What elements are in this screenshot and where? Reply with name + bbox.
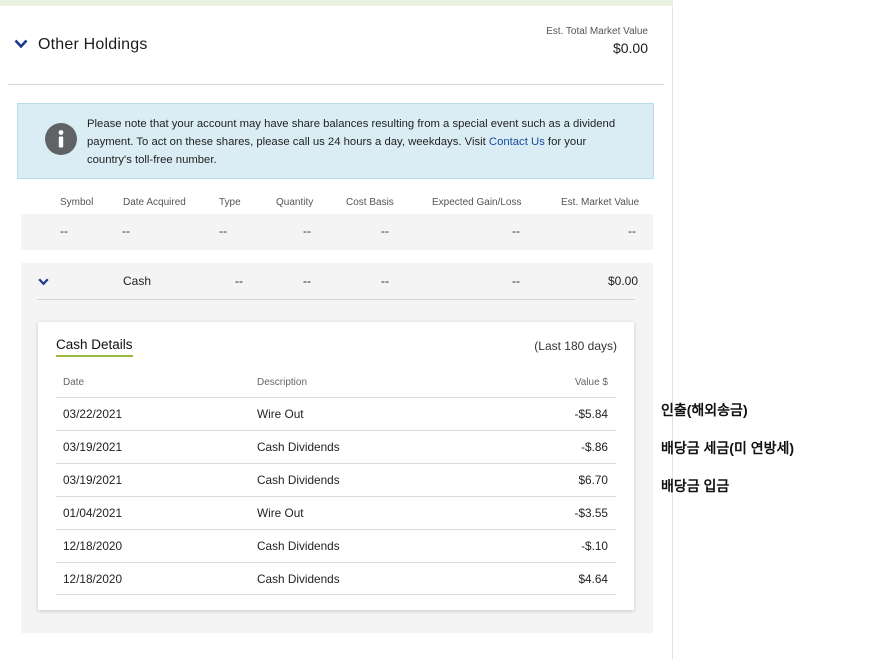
cell-cost-basis: --: [381, 224, 389, 238]
cell-type: --: [219, 224, 227, 238]
cash-holding: Cash -- -- -- -- $0.00 Cash Details (Las…: [21, 263, 653, 633]
table-row: 12/18/2020 Cash Dividends $4.64: [56, 562, 616, 595]
cash-type: --: [235, 274, 243, 288]
cash-details-table: 03/22/2021 Wire Out -$5.84 03/19/2021 Ca…: [56, 397, 616, 595]
info-notice: Please note that your account may have s…: [17, 103, 654, 179]
table-row: 01/04/2021 Wire Out -$3.55: [56, 496, 616, 529]
table-row: 03/19/2021 Cash Dividends -$.86: [56, 430, 616, 463]
col-expected-gain-loss[interactable]: Expected Gain/Loss: [432, 197, 522, 208]
annotation-dividend-deposit: 배당금 입금: [661, 478, 730, 494]
section-title: Other Holdings: [38, 36, 148, 53]
row-date: 03/19/2021: [63, 440, 123, 454]
divider: [37, 299, 635, 300]
holding-row-empty: -- -- -- -- -- -- --: [21, 214, 653, 250]
header-date: Date: [63, 377, 85, 388]
row-value: $6.70: [578, 473, 608, 487]
row-date: 01/04/2021: [63, 506, 123, 520]
row-value: $4.64: [578, 572, 608, 586]
top-accent-strip: [0, 0, 673, 6]
row-value: -$.86: [581, 440, 608, 454]
row-value: -$5.84: [574, 407, 608, 421]
header-value: Value $: [574, 377, 608, 388]
annotation-withdrawal: 인출(해외송금): [661, 402, 748, 418]
holdings-panel: Other Holdings Est. Total Market Value $…: [0, 0, 673, 659]
annotation-dividend-tax: 배당금 세금(미 연방세): [661, 440, 795, 456]
col-date-acquired[interactable]: Date Acquired: [123, 197, 186, 208]
row-description: Cash Dividends: [257, 539, 340, 553]
col-type[interactable]: Type: [219, 197, 241, 208]
cash-details-range: (Last 180 days): [534, 339, 617, 353]
cash-gain-loss: --: [512, 274, 520, 288]
col-quantity[interactable]: Quantity: [276, 197, 313, 208]
cell-quantity: --: [303, 224, 311, 238]
est-total-market-value-label: Est. Total Market Value: [546, 26, 648, 37]
other-holdings-header[interactable]: Other Holdings Est. Total Market Value $…: [8, 22, 664, 85]
row-date: 03/19/2021: [63, 473, 123, 487]
row-date: 12/18/2020: [63, 539, 123, 553]
table-row: 03/22/2021 Wire Out -$5.84: [56, 397, 616, 430]
cash-quantity: --: [303, 274, 311, 288]
cash-market-value: $0.00: [608, 274, 639, 288]
row-value: -$3.55: [574, 506, 608, 520]
chevron-down-icon[interactable]: [14, 39, 28, 49]
info-icon: [45, 123, 77, 155]
row-description: Cash Dividends: [257, 473, 340, 487]
cash-details-card: Cash Details (Last 180 days) Date Descri…: [38, 322, 634, 610]
row-date: 12/18/2020: [63, 572, 123, 586]
table-row: 03/19/2021 Cash Dividends $6.70: [56, 463, 616, 496]
cell-market-value: --: [628, 224, 636, 238]
row-description: Cash Dividends: [257, 572, 340, 586]
notice-text: Please note that your account may have s…: [87, 115, 627, 169]
contact-us-link[interactable]: Contact Us: [489, 136, 545, 148]
col-cost-basis[interactable]: Cost Basis: [346, 197, 394, 208]
row-description: Cash Dividends: [257, 440, 340, 454]
row-description: Wire Out: [257, 506, 304, 520]
row-value: -$.10: [581, 539, 608, 553]
row-date: 03/22/2021: [63, 407, 123, 421]
col-est-market-value[interactable]: Est. Market Value: [561, 197, 639, 208]
cash-details-tab[interactable]: Cash Details: [56, 337, 133, 357]
table-row: 12/18/2020 Cash Dividends -$.10: [56, 529, 616, 562]
cell-date-acquired: --: [122, 224, 130, 238]
chevron-down-icon[interactable]: [38, 278, 49, 286]
header-description: Description: [257, 377, 308, 388]
cash-cost-basis: --: [381, 274, 389, 288]
cell-symbol: --: [60, 224, 68, 238]
cash-name[interactable]: Cash: [123, 274, 151, 288]
est-total-market-value: $0.00: [612, 40, 648, 56]
col-symbol[interactable]: Symbol: [60, 197, 93, 208]
row-description: Wire Out: [257, 407, 304, 421]
cell-gain-loss: --: [512, 224, 520, 238]
